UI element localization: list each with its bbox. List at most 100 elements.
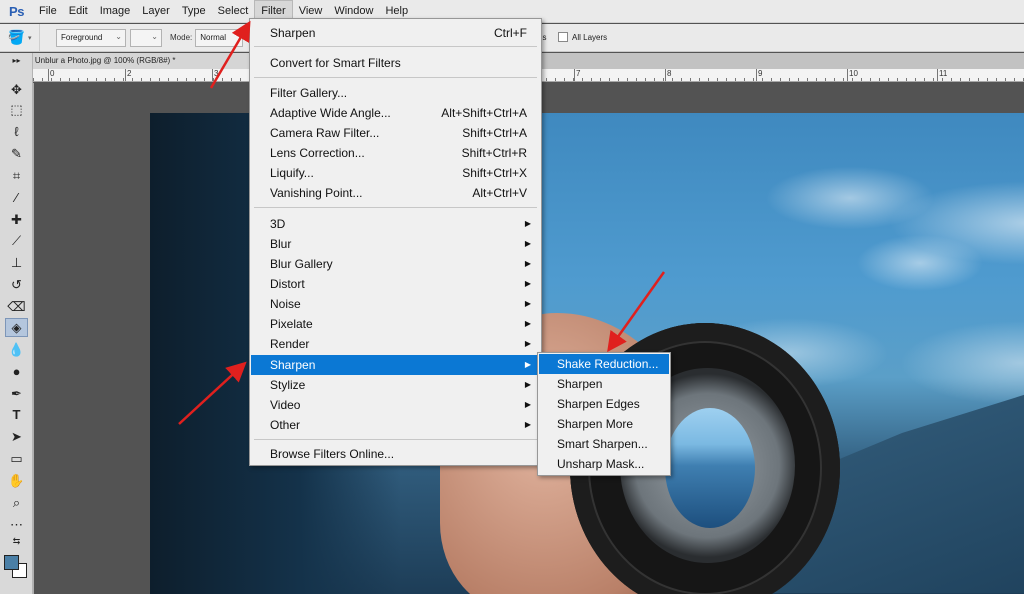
- menu-item-blur-gallery[interactable]: Blur Gallery ▶: [251, 254, 540, 274]
- menu-item-render[interactable]: Render ▶: [251, 334, 540, 354]
- move-tool-icon[interactable]: ✥: [5, 80, 28, 99]
- eyedropper-tool-icon[interactable]: ⁄: [5, 188, 28, 207]
- tool-preset-picker[interactable]: 🪣 ▾: [0, 23, 40, 52]
- ruler-minor-tick: [879, 78, 880, 81]
- menu-item-3d[interactable]: 3D ▶: [251, 214, 540, 234]
- pattern-picker[interactable]: ⌄: [130, 28, 162, 47]
- menu-item-label: Blur Gallery: [270, 257, 333, 271]
- menu-item-convert-smart-filters[interactable]: Convert for Smart Filters: [251, 53, 540, 73]
- menu-item-label: Filter Gallery...: [270, 86, 348, 100]
- submenu-item-unsharp-mask[interactable]: Unsharp Mask...: [539, 454, 669, 474]
- ruler-minor-tick: [204, 78, 205, 81]
- menu-item-browse-filters-online[interactable]: Browse Filters Online...: [251, 444, 540, 464]
- submenu-arrow-icon: ▶: [524, 219, 531, 228]
- ruler-minor-tick: [1014, 78, 1015, 81]
- menu-separator: [254, 207, 537, 208]
- menu-item-camera-raw[interactable]: Camera Raw Filter... Shift+Ctrl+A: [251, 123, 540, 143]
- ruler-minor-tick: [141, 78, 142, 81]
- ruler-minor-tick: [573, 78, 574, 81]
- menu-item-shortcut: Alt+Ctrl+V: [472, 186, 527, 200]
- menu-item-pixelate[interactable]: Pixelate ▶: [251, 314, 540, 334]
- submenu-item-shake-reduction[interactable]: Shake Reduction...: [539, 354, 669, 374]
- ruler-label: 2: [127, 69, 132, 78]
- ruler-label: 11: [939, 69, 948, 78]
- menu-item-adaptive-wide-angle[interactable]: Adaptive Wide Angle... Alt+Shift+Ctrl+A: [251, 103, 540, 123]
- submenu-arrow-icon: ▶: [524, 400, 531, 409]
- pen-tool-icon[interactable]: ✒: [5, 384, 28, 403]
- eraser-tool-icon[interactable]: ⌫: [5, 297, 28, 316]
- dodge-tool-icon[interactable]: ●: [5, 362, 28, 381]
- healing-brush-tool-icon[interactable]: ✚: [5, 210, 28, 229]
- menu-item-label: Video: [270, 398, 301, 412]
- submenu-item-sharpen-edges[interactable]: Sharpen Edges: [539, 394, 669, 414]
- menu-item-sharpen[interactable]: Sharpen ▶: [251, 355, 540, 375]
- menu-item-stylize[interactable]: Stylize ▶: [251, 375, 540, 395]
- more-tools-icon[interactable]: ⋯: [5, 515, 28, 534]
- history-brush-tool-icon[interactable]: ↺: [5, 275, 28, 294]
- all-layers-option[interactable]: All Layers: [558, 32, 607, 42]
- menu-item-last-filter[interactable]: Sharpen Ctrl+F: [251, 23, 540, 43]
- ruler-tick: [48, 69, 49, 81]
- submenu-item-sharpen[interactable]: Sharpen: [539, 374, 669, 394]
- paint-bucket-tool-icon[interactable]: ◈: [5, 318, 28, 337]
- submenu-arrow-icon: ▶: [524, 380, 531, 389]
- ruler-minor-tick: [150, 78, 151, 81]
- swap-colors-icon[interactable]: ⇆: [5, 535, 28, 547]
- ruler-minor-tick: [87, 78, 88, 81]
- ruler-minor-tick: [177, 78, 178, 81]
- crop-tool-icon[interactable]: ⌗: [5, 166, 28, 185]
- lasso-tool-icon[interactable]: ℓ: [5, 122, 28, 141]
- menu-item-lens-correction[interactable]: Lens Correction... Shift+Ctrl+R: [251, 143, 540, 163]
- submenu-arrow-icon: ▶: [524, 279, 531, 288]
- ruler-minor-tick: [762, 78, 763, 81]
- menu-select[interactable]: Select: [212, 0, 255, 23]
- blur-tool-icon[interactable]: 💧: [5, 340, 28, 359]
- all-layers-checkbox[interactable]: [558, 32, 568, 42]
- submenu-item-smart-sharpen[interactable]: Smart Sharpen...: [539, 434, 669, 454]
- menu-item-liquify[interactable]: Liquify... Shift+Ctrl+X: [251, 163, 540, 183]
- submenu-item-sharpen-more[interactable]: Sharpen More: [539, 414, 669, 434]
- menu-item-distort[interactable]: Distort ▶: [251, 274, 540, 294]
- hand-tool-icon[interactable]: ✋: [5, 471, 28, 490]
- submenu-arrow-icon: ▶: [524, 299, 531, 308]
- fill-source-select[interactable]: Foreground ⌄: [56, 28, 126, 47]
- menu-image[interactable]: Image: [94, 0, 137, 23]
- ruler-minor-tick: [924, 78, 925, 81]
- ruler-minor-tick: [726, 78, 727, 81]
- panel-grip[interactable]: ▸▸: [5, 55, 28, 65]
- menu-separator: [254, 77, 537, 78]
- menu-item-noise[interactable]: Noise ▶: [251, 294, 540, 314]
- all-layers-label: All Layers: [572, 32, 608, 42]
- menu-item-vanishing-point[interactable]: Vanishing Point... Alt+Ctrl+V: [251, 183, 540, 203]
- marquee-tool-icon[interactable]: ⬚: [5, 100, 28, 119]
- chevron-down-icon: ⌄: [151, 31, 158, 41]
- rectangle-tool-icon[interactable]: ▭: [5, 449, 28, 468]
- ruler-minor-tick: [996, 78, 997, 81]
- ruler-minor-tick: [582, 78, 583, 81]
- ruler-minor-tick: [933, 78, 934, 81]
- ruler-minor-tick: [744, 78, 745, 81]
- brush-tool-icon[interactable]: ⟋: [5, 231, 28, 250]
- ruler-minor-tick: [816, 78, 817, 81]
- type-tool-icon[interactable]: T: [5, 405, 28, 424]
- ruler-minor-tick: [942, 78, 943, 81]
- document-tab[interactable]: to Unblur a Photo.jpg @ 100% (RGB/8#) *: [0, 53, 250, 69]
- menu-item-blur[interactable]: Blur ▶: [251, 234, 540, 254]
- clone-stamp-tool-icon[interactable]: ⊥: [5, 253, 28, 272]
- ruler-minor-tick: [96, 78, 97, 81]
- menu-item-label: Pixelate: [270, 317, 313, 331]
- path-selection-tool-icon[interactable]: ➤: [5, 427, 28, 446]
- menu-layer[interactable]: Layer: [136, 0, 176, 23]
- menu-type[interactable]: Type: [176, 0, 212, 23]
- menu-edit[interactable]: Edit: [63, 0, 94, 23]
- menu-item-shortcut: Alt+Shift+Ctrl+A: [441, 106, 527, 120]
- zoom-tool-icon[interactable]: ⌕: [5, 493, 28, 512]
- menu-item-filter-gallery[interactable]: Filter Gallery...: [251, 83, 540, 103]
- menu-item-other[interactable]: Other ▶: [251, 415, 540, 435]
- foreground-color-swatch[interactable]: [4, 555, 19, 570]
- mode-select[interactable]: Normal: [195, 28, 244, 47]
- menu-item-shortcut: Shift+Ctrl+R: [461, 146, 527, 160]
- menu-item-video[interactable]: Video ▶: [251, 395, 540, 415]
- menu-file[interactable]: File: [33, 0, 63, 23]
- quick-select-tool-icon[interactable]: ✎: [5, 144, 28, 163]
